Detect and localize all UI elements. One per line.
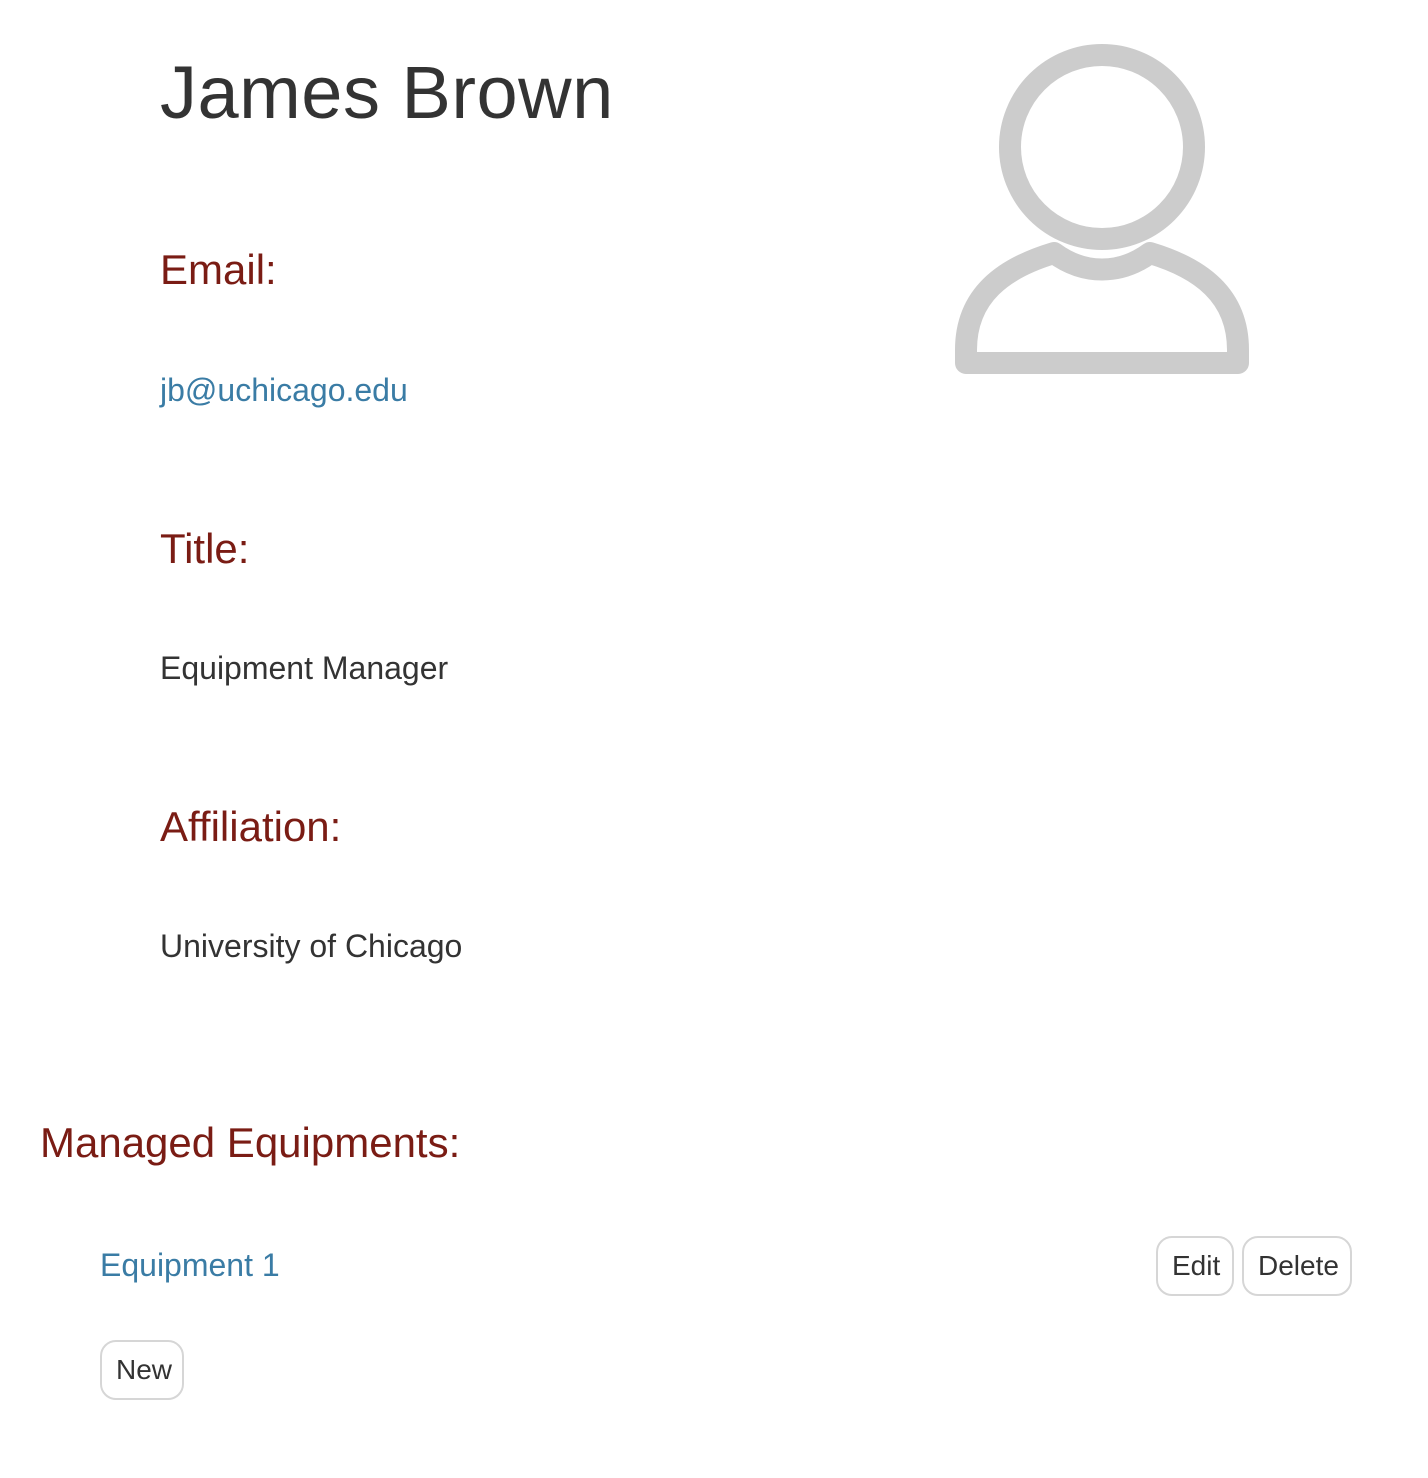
affiliation-value: University of Chicago (160, 928, 463, 964)
equipment-row: Equipment 1 Edit Delete (100, 1236, 1353, 1296)
managed-equipments-heading: Managed Equipments: (40, 1119, 461, 1166)
email-link[interactable]: jb@uchicago.edu (160, 372, 408, 408)
delete-button[interactable]: Delete (1242, 1236, 1352, 1296)
edit-button[interactable]: Edit (1156, 1236, 1234, 1296)
email-label: Email: (160, 246, 277, 293)
user-avatar-icon (955, 44, 1249, 374)
email-value: jb@uchicago.edu (160, 370, 408, 410)
title-label: Title: (160, 525, 250, 572)
page-title: James Brown (160, 51, 614, 134)
affiliation-label: Affiliation: (160, 803, 342, 850)
new-equipment-button[interactable]: New (100, 1340, 184, 1400)
equipment-link[interactable]: Equipment 1 (100, 1244, 280, 1286)
title-value: Equipment Manager (160, 650, 449, 686)
